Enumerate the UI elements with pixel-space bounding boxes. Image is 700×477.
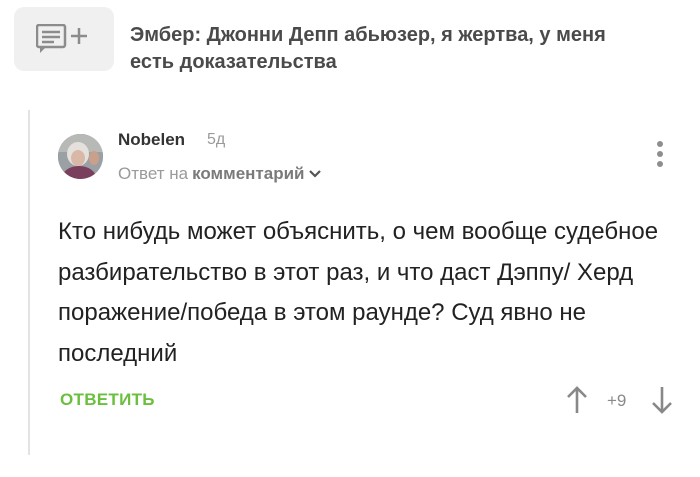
text-story-plus-icon: [36, 24, 87, 53]
more-options-icon[interactable]: [652, 141, 668, 171]
comment-rating: +9: [607, 391, 627, 410]
comment-time: 5д: [207, 131, 226, 148]
downvote-icon[interactable]: [651, 385, 673, 420]
reply-button[interactable]: ОТВЕТИТЬ: [60, 390, 155, 410]
story-thumbnail[interactable]: [14, 7, 114, 71]
user-avatar-image: [58, 134, 103, 179]
upvote-icon[interactable]: [566, 385, 588, 420]
reply-to-link[interactable]: Ответ на комментарий: [118, 164, 322, 184]
comment-text: Кто нибудь может объяснить, о чем вообще…: [58, 218, 659, 367]
post-header: Эмбер: Джонни Депп абьюзер, я жертва, у …: [0, 0, 700, 90]
avatar[interactable]: [58, 134, 103, 179]
comment-username[interactable]: Nobelen: [118, 130, 185, 150]
comment-thread-line[interactable]: [28, 110, 30, 455]
chevron-down-icon: [309, 170, 322, 178]
reply-to-prefix: Ответ на: [118, 164, 189, 183]
reply-to-target[interactable]: комментарий: [192, 164, 304, 184]
story-title[interactable]: Эмбер: Джонни Депп абьюзер, я жертва, у …: [130, 22, 650, 76]
